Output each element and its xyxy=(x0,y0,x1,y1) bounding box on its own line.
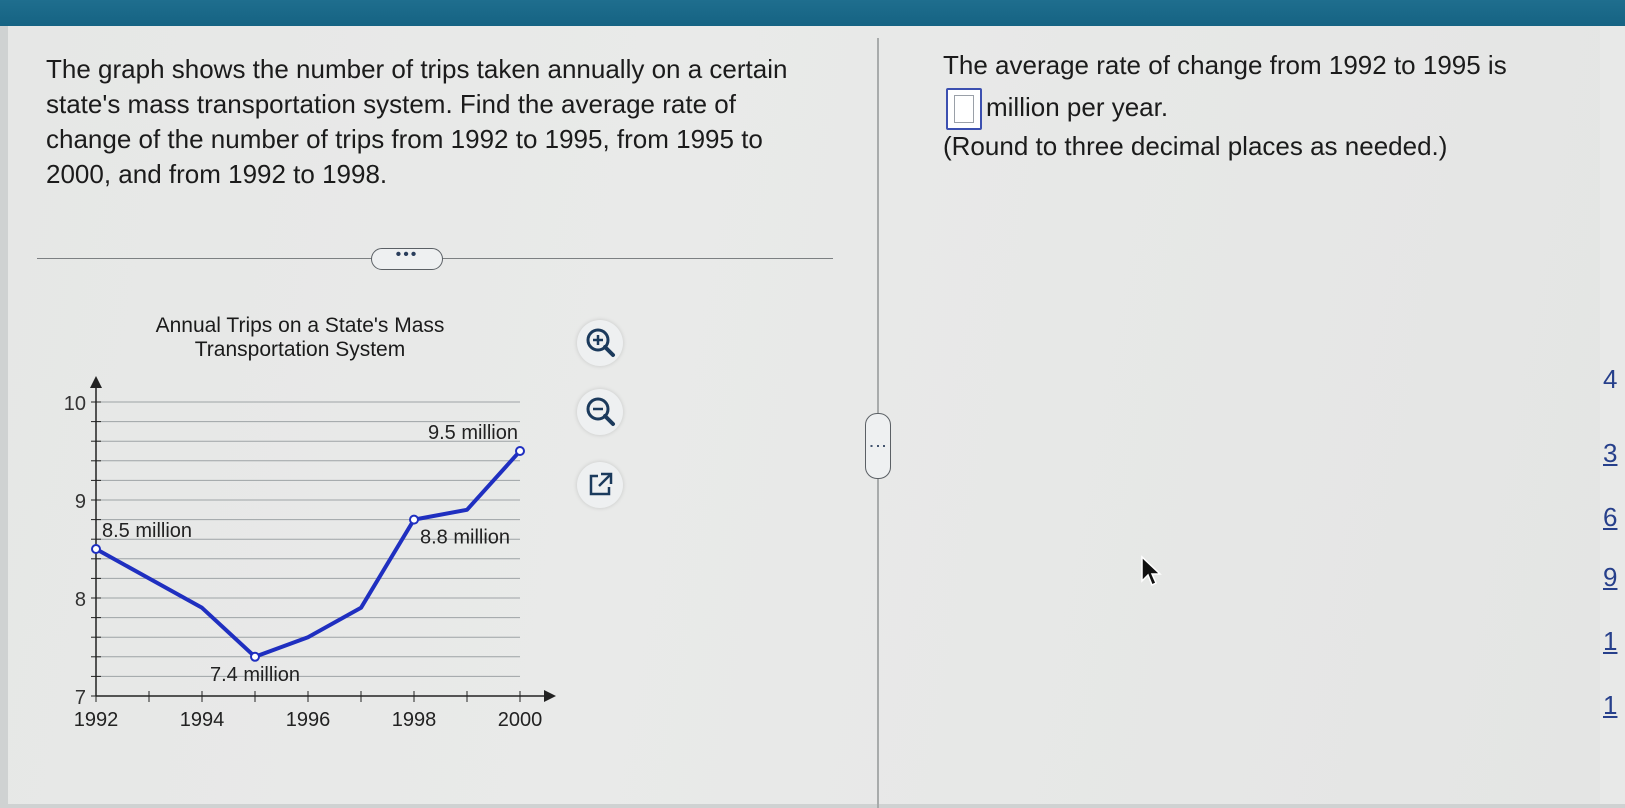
edge-glyph[interactable]: 9 xyxy=(1603,562,1617,593)
x-tick-label: 1996 xyxy=(286,709,331,731)
x-tick-label: 1992 xyxy=(74,709,119,731)
data-label: 9.5 million xyxy=(428,422,518,444)
mouse-cursor-icon xyxy=(1141,555,1162,587)
data-label: 7.4 million xyxy=(210,664,300,686)
x-axis-arrow xyxy=(544,690,556,702)
answer-units: million per year. xyxy=(986,92,1169,122)
data-point xyxy=(515,446,525,456)
y-axis-arrow xyxy=(90,376,102,388)
data-point xyxy=(250,651,260,662)
x-tick-label: 1994 xyxy=(180,709,225,731)
chart-title: Transportation System xyxy=(195,338,405,361)
y-tick-label: 9 xyxy=(75,491,86,513)
edge-glyph[interactable]: 1 xyxy=(1603,626,1617,657)
y-tick-label: 10 xyxy=(64,393,86,415)
y-tick-label: 8 xyxy=(75,589,86,611)
zoom-in-icon[interactable] xyxy=(577,320,623,366)
series-line xyxy=(95,449,522,659)
y-tick-label: 7 xyxy=(75,687,86,709)
data-label: 8.5 million xyxy=(102,520,192,542)
external-link-icon[interactable] xyxy=(577,462,623,508)
right-edge-panel: 4 3 6 9 1 1 xyxy=(1600,26,1625,804)
answer-input[interactable] xyxy=(946,88,982,130)
edge-glyph[interactable]: 1 xyxy=(1603,690,1617,721)
zoom-out-icon[interactable] xyxy=(577,389,623,435)
rounding-hint: (Round to three decimal places as needed… xyxy=(943,131,1448,161)
edge-glyph[interactable]: 6 xyxy=(1603,502,1617,533)
data-point xyxy=(91,544,101,554)
data-label: 8.8 million xyxy=(420,527,510,549)
top-bar xyxy=(0,0,1625,26)
question-panel: The graph shows the number of trips take… xyxy=(8,26,878,804)
chart-title: Annual Trips on a State's Mass xyxy=(156,314,445,337)
edge-glyph[interactable]: 3 xyxy=(1603,438,1617,469)
x-tick-label: 1998 xyxy=(392,709,437,731)
answer-prompt: The average rate of change from 1992 to … xyxy=(943,50,1507,80)
edge-glyph: 4 xyxy=(1603,364,1618,394)
page: The graph shows the number of trips take… xyxy=(8,26,1600,808)
line-chart: Annual Trips on a State's MassTransporta… xyxy=(64,314,556,731)
answer-panel: The average rate of change from 1992 to … xyxy=(888,26,1600,804)
data-point xyxy=(409,514,419,525)
x-tick-label: 2000 xyxy=(498,709,543,731)
